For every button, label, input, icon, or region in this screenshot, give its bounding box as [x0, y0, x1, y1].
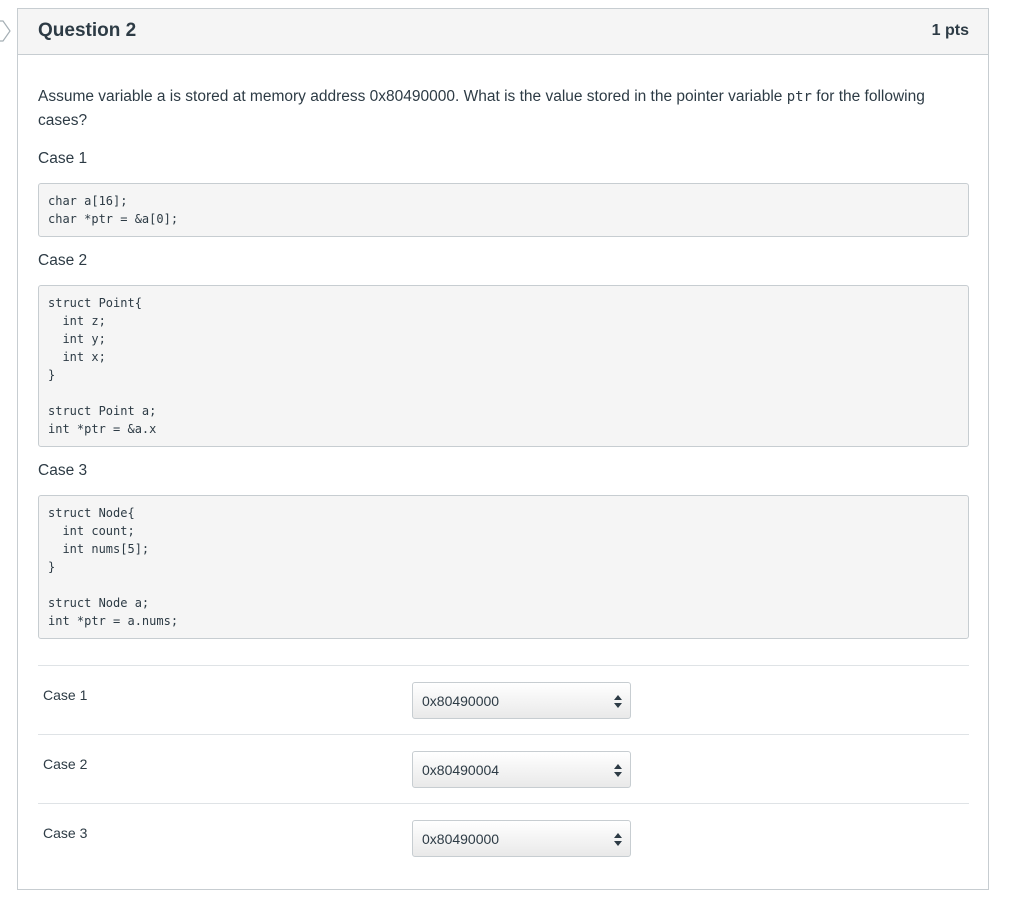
question-prompt: Assume variable a is stored at memory ad… [38, 85, 953, 133]
case-2-code: struct Point{ int z; int y; int x; } str… [38, 285, 969, 447]
answer-row: Case 1 0x80490000 [38, 666, 969, 735]
quiz-page: Question 2 1 pts Assume variable a is st… [0, 0, 1024, 913]
up-down-arrows-icon [614, 764, 622, 777]
case-1-answer-select[interactable]: 0x80490000 [412, 682, 631, 719]
case-3-code: struct Node{ int count; int nums[5]; } s… [38, 495, 969, 639]
select-value: 0x80490000 [422, 693, 500, 709]
answer-label: Case 1 [43, 687, 88, 703]
question-body: Assume variable a is stored at memory ad… [18, 85, 988, 639]
case-2-label: Case 2 [38, 252, 88, 269]
answer-list: Case 1 0x80490000 Case 2 0x80490004 Case… [38, 665, 969, 872]
up-down-arrows-icon [614, 833, 622, 846]
select-value: 0x80490000 [422, 831, 500, 847]
case-2-answer-select[interactable]: 0x80490004 [412, 751, 631, 788]
answer-label: Case 2 [43, 756, 88, 772]
question-points: 1 pts [931, 22, 969, 39]
case-1-code: char a[16]; char *ptr = &a[0]; [38, 183, 969, 237]
case-3-label: Case 3 [38, 462, 88, 479]
prompt-code-ptr: ptr [786, 89, 812, 105]
question-title: Question 2 [38, 20, 137, 41]
prompt-text-before: Assume variable a is stored at memory ad… [38, 88, 787, 105]
answer-label: Case 3 [43, 825, 88, 841]
select-value: 0x80490004 [422, 762, 500, 778]
question-header: Question 2 1 pts [18, 9, 988, 55]
question-card: Question 2 1 pts Assume variable a is st… [17, 8, 989, 890]
question-marker-icon [0, 20, 11, 42]
answer-row: Case 2 0x80490004 [38, 735, 969, 804]
case-1-label: Case 1 [38, 150, 88, 167]
answer-row: Case 3 0x80490000 [38, 804, 969, 872]
case-3-answer-select[interactable]: 0x80490000 [412, 820, 631, 857]
up-down-arrows-icon [614, 695, 622, 708]
